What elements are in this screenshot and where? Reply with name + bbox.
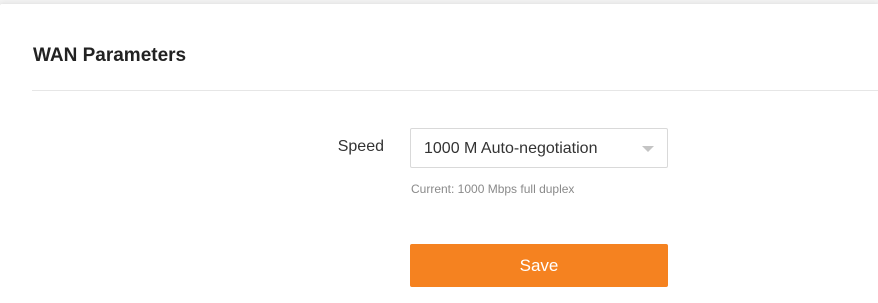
wan-parameters-panel: WAN Parameters Speed 1000 M Auto-negotia… [0,4,878,303]
speed-select[interactable]: 1000 M Auto-negotiation [410,128,668,168]
speed-select-value: 1000 M Auto-negotiation [424,140,598,157]
chevron-down-icon [642,146,654,152]
panel-title: WAN Parameters [33,45,187,66]
current-speed-status: Current: 1000 Mbps full duplex [411,182,575,196]
title-divider [32,90,878,91]
speed-label: Speed [337,138,384,155]
save-button[interactable]: Save [410,244,668,287]
